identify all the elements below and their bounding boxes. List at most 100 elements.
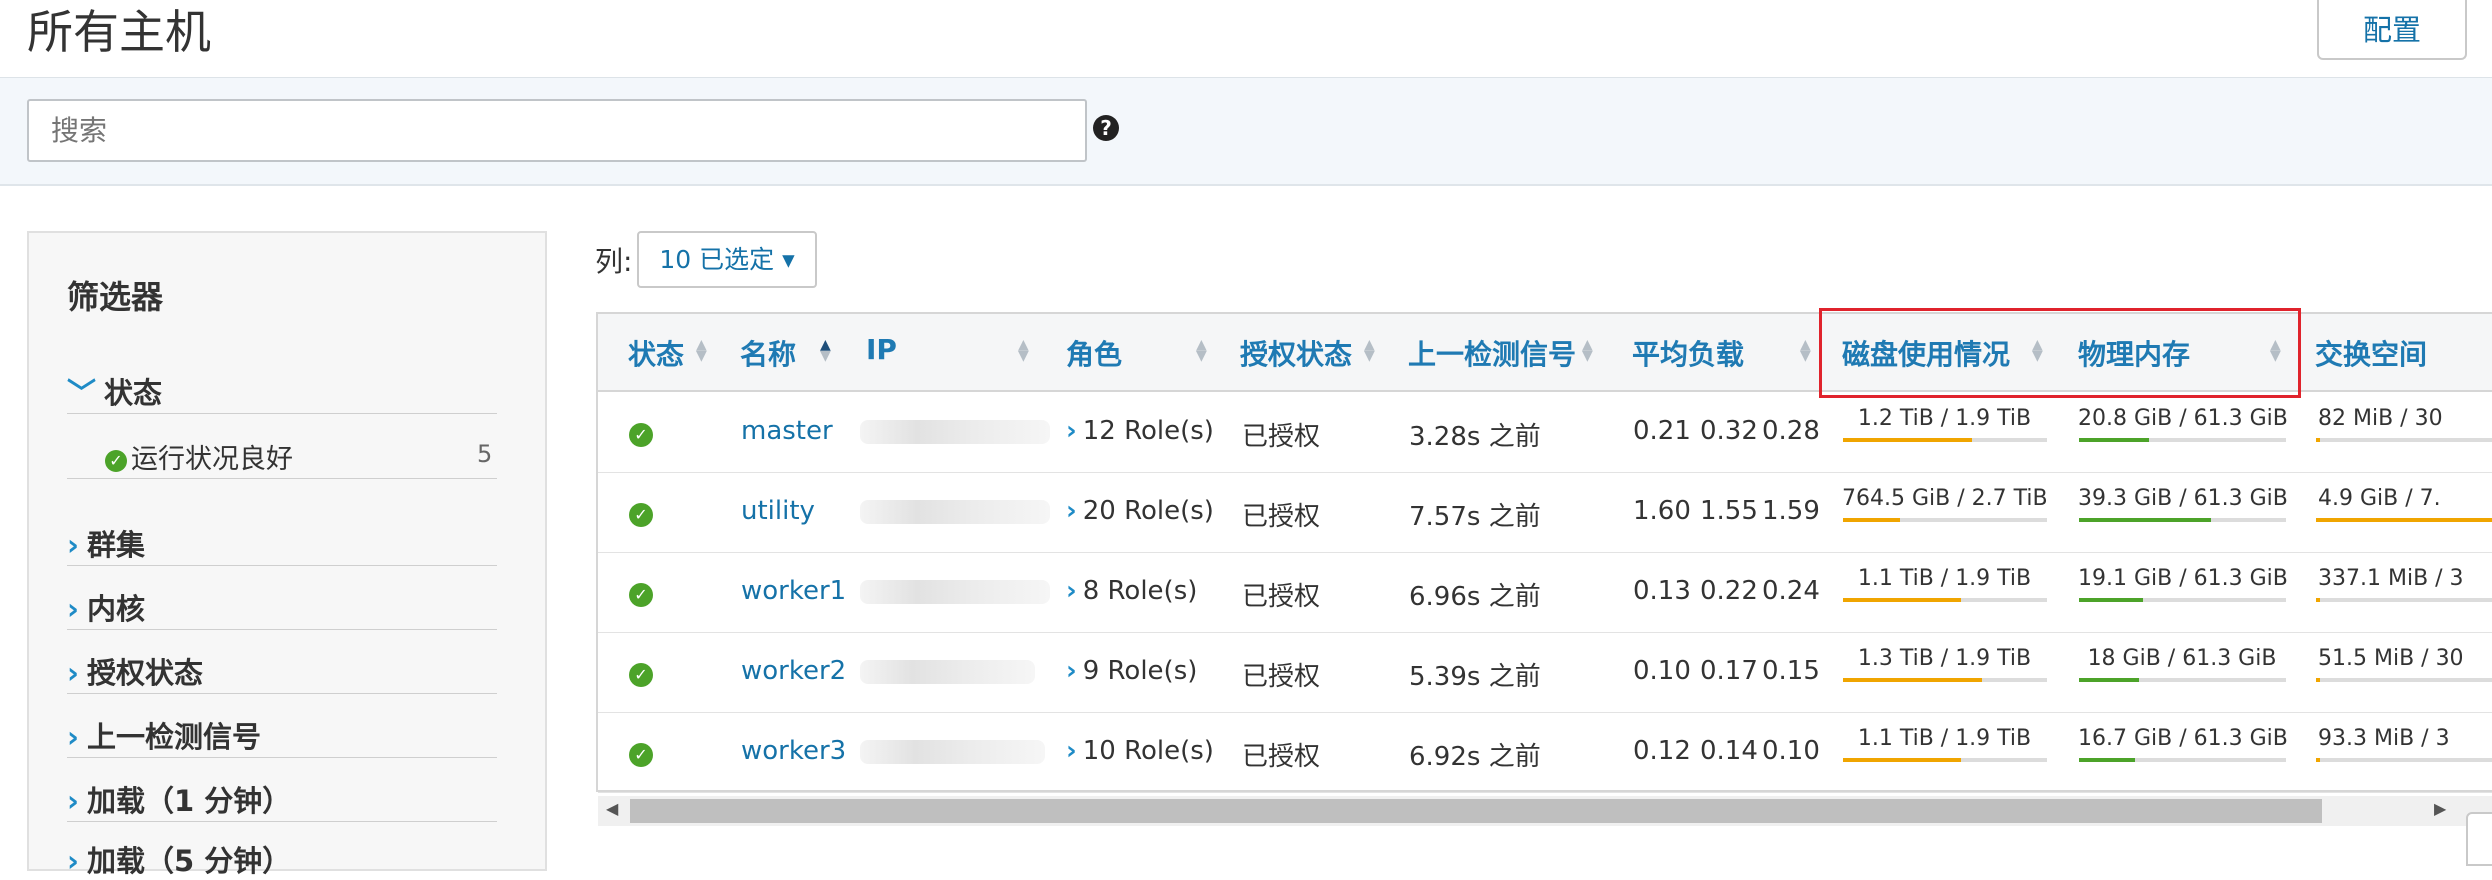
- col-header-heartbeat[interactable]: 上一检测信号: [1408, 333, 1576, 373]
- chevron-right-icon: ›: [67, 844, 79, 878]
- roles-toggle[interactable]: › 20 Role(s): [1066, 496, 1214, 526]
- scrollbar-thumb[interactable]: [630, 799, 2322, 823]
- swap-usage-fill: [2316, 598, 2320, 602]
- check-circle-icon: ✓: [629, 663, 653, 687]
- load-5m: 0.14: [1700, 736, 1758, 766]
- filter-title: 筛选器: [67, 278, 164, 316]
- disk-usage-text: 1.2 TiB / 1.9 TiB: [1857, 406, 2032, 431]
- chevron-right-icon: ›: [1066, 736, 1077, 766]
- load-1m: 0.21: [1633, 416, 1691, 446]
- divider: [67, 757, 497, 758]
- chevron-right-icon: ›: [1066, 656, 1077, 686]
- memory-usage-fill: [2079, 758, 2135, 762]
- status-ok-icon: ✓: [629, 419, 657, 449]
- ip-address-redacted: [860, 740, 1045, 764]
- memory-usage-bar: [2079, 758, 2286, 762]
- sort-icon[interactable]: ▲ ▼: [1018, 338, 1029, 363]
- search-input[interactable]: [27, 99, 1087, 162]
- filter-item-count: 5: [477, 440, 493, 468]
- disk-usage-bar: [1843, 438, 2047, 442]
- roles-toggle[interactable]: › 8 Role(s): [1066, 576, 1197, 606]
- col-header-name[interactable]: 名称: [740, 333, 796, 373]
- ip-address-redacted: [860, 660, 1035, 684]
- filter-group-status[interactable]: ﹀ 状态: [67, 370, 162, 412]
- page-title: 所有主机: [27, 5, 211, 59]
- sort-icon[interactable]: ▲ ▼: [1196, 338, 1207, 363]
- filter-group-cluster[interactable]: › 群集: [67, 522, 145, 564]
- roles-toggle[interactable]: › 9 Role(s): [1066, 656, 1197, 686]
- col-header-ip[interactable]: IP: [866, 333, 897, 366]
- chevron-right-icon: ›: [67, 720, 79, 754]
- filter-item-label: 运行状况良好: [131, 444, 293, 475]
- memory-usage-text: 16.7 GiB / 61.3 GiB: [2078, 726, 2288, 751]
- divider: [67, 821, 497, 822]
- divider: [67, 478, 497, 479]
- load-5m: 0.22: [1700, 576, 1758, 606]
- filter-item-healthy[interactable]: ✓ 运行状况良好: [105, 437, 293, 476]
- highlight-box: [1819, 308, 2301, 398]
- filter-group-heartbeat[interactable]: › 上一检测信号: [67, 714, 261, 756]
- question-circle-icon[interactable]: ?: [1093, 115, 1119, 141]
- roles-count: 10 Role(s): [1082, 736, 1214, 766]
- host-name-link[interactable]: master: [741, 416, 833, 446]
- check-circle-icon: ✓: [629, 743, 653, 767]
- disk-usage-bar: [1843, 518, 2047, 522]
- filter-group-auth[interactable]: › 授权状态: [67, 650, 203, 692]
- roles-toggle[interactable]: › 12 Role(s): [1066, 416, 1214, 446]
- filter-group-load1[interactable]: › 加载（1 分钟）: [67, 778, 291, 820]
- chevron-right-icon: ›: [1066, 416, 1077, 446]
- filter-group-load5[interactable]: › 加载（5 分钟）: [67, 838, 291, 880]
- chevron-right-icon: ›: [67, 592, 79, 626]
- columns-dropdown[interactable]: 10 已选定 ▾: [637, 231, 817, 288]
- disk-usage-text: 1.1 TiB / 1.9 TiB: [1857, 726, 2032, 751]
- col-header-load[interactable]: 平均负载: [1632, 333, 1744, 373]
- sort-icon[interactable]: ▲ ▼: [1582, 338, 1593, 363]
- auth-status: 已授权: [1242, 502, 1321, 532]
- disk-usage-text: 1.1 TiB / 1.9 TiB: [1857, 566, 2032, 591]
- filter-group-label: 群集: [86, 528, 145, 562]
- chevron-right-icon: ›: [67, 656, 79, 690]
- filter-group-label: 加载（5 分钟）: [86, 844, 292, 878]
- swap-usage-text: 93.3 MiB / 3: [2318, 726, 2450, 751]
- roles-toggle[interactable]: › 10 Role(s): [1066, 736, 1214, 766]
- disk-usage-fill: [1843, 438, 1972, 442]
- check-circle-icon: ✓: [629, 503, 653, 527]
- col-header-roles[interactable]: 角色: [1066, 333, 1122, 373]
- host-name-link[interactable]: utility: [741, 496, 815, 526]
- status-ok-icon: ✓: [629, 659, 657, 689]
- last-heartbeat: 6.92s 之前: [1409, 742, 1541, 772]
- divider: [67, 413, 497, 414]
- col-header-swap[interactable]: 交换空间: [2315, 333, 2427, 373]
- disk-usage-text: 1.3 TiB / 1.9 TiB: [1857, 646, 2032, 671]
- memory-usage-bar: [2079, 598, 2286, 602]
- status-ok-icon: ✓: [629, 579, 657, 609]
- swap-usage-text: 337.1 MiB / 3: [2318, 566, 2464, 591]
- swap-usage-fill: [2316, 678, 2320, 682]
- swap-usage-text: 51.5 MiB / 30: [2318, 646, 2464, 671]
- columns-label: 列:: [595, 245, 633, 278]
- disk-usage-bar: [1843, 678, 2047, 682]
- sort-icon[interactable]: ▲ ▼: [1364, 338, 1375, 363]
- config-button[interactable]: 配置: [2317, 0, 2467, 60]
- scroll-right-icon[interactable]: ▶: [2434, 799, 2446, 818]
- filter-group-label: 状态: [104, 376, 163, 410]
- host-name-link[interactable]: worker3: [741, 736, 846, 766]
- divider: [67, 565, 497, 566]
- memory-usage-text: 18 GiB / 61.3 GiB: [2087, 646, 2277, 671]
- chevron-right-icon: ›: [1066, 576, 1077, 606]
- memory-usage-text: 20.8 GiB / 61.3 GiB: [2078, 406, 2288, 431]
- load-15m: 0.15: [1762, 656, 1820, 686]
- filter-group-label: 授权状态: [86, 656, 203, 690]
- col-header-auth[interactable]: 授权状态: [1240, 333, 1352, 373]
- sort-icon[interactable]: ▲ ▼: [1800, 338, 1811, 363]
- memory-usage-fill: [2079, 678, 2140, 682]
- host-name-link[interactable]: worker1: [741, 576, 846, 606]
- sort-icon[interactable]: ▲ ▼: [696, 338, 707, 363]
- scroll-left-icon[interactable]: ◀: [606, 799, 618, 818]
- sort-asc-icon[interactable]: ▲ ▼: [820, 338, 831, 363]
- filter-group-kernel[interactable]: › 内核: [67, 586, 145, 628]
- memory-usage-text: 19.1 GiB / 61.3 GiB: [2078, 566, 2288, 591]
- host-name-link[interactable]: worker2: [741, 656, 846, 686]
- feedback-tab[interactable]: [2466, 812, 2492, 866]
- col-header-status[interactable]: 状态: [628, 333, 684, 373]
